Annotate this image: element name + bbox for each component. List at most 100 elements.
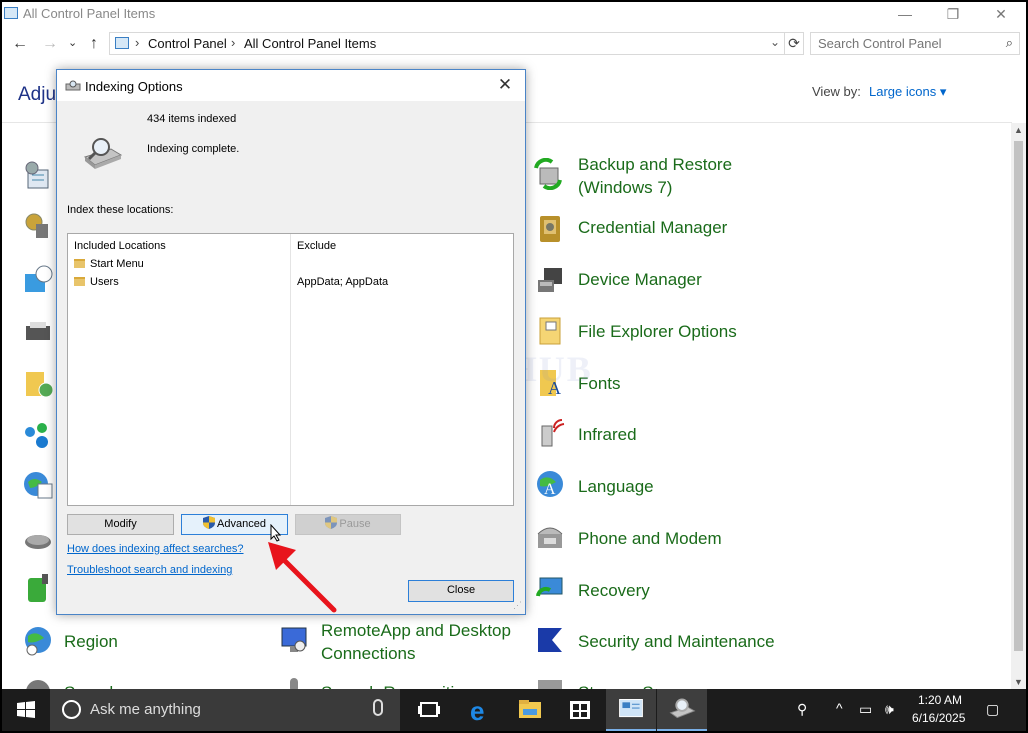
clock-date[interactable]: 6/16/2025 (912, 711, 965, 725)
item-file-explorer-options[interactable]: File Explorer Options (578, 320, 737, 343)
language-icon[interactable]: A (534, 468, 566, 500)
item-phone-modem[interactable]: Phone and Modem (578, 527, 722, 550)
control-panel-taskbar-icon[interactable] (606, 689, 656, 731)
edge-browser-icon[interactable]: e (455, 689, 505, 731)
people-icon[interactable]: ⚲ (797, 701, 807, 718)
item-remoteapp[interactable]: RemoteApp and Desktop (321, 619, 511, 642)
credential-manager-icon[interactable] (534, 212, 566, 244)
breadcrumb-control-panel[interactable]: Control Panel (148, 36, 227, 51)
storage-spaces-icon[interactable] (534, 676, 566, 689)
search-box[interactable]: ⌕ (810, 32, 1020, 55)
power-options-icon[interactable] (22, 572, 54, 604)
file-history-icon[interactable] (22, 368, 54, 400)
microphone-icon[interactable] (373, 699, 383, 716)
phone-modem-icon[interactable] (534, 520, 566, 552)
date-time-icon[interactable] (22, 264, 54, 296)
uac-shield-icon (203, 516, 216, 529)
region-icon[interactable] (22, 624, 54, 656)
indexing-options-taskbar-icon[interactable] (657, 689, 707, 731)
item-speech-recognition[interactable]: Speech Recognition (321, 681, 473, 689)
close-button[interactable]: ✕ (978, 2, 1024, 27)
item-device-manager[interactable]: Device Manager (578, 268, 702, 291)
vertical-scrollbar[interactable]: ▲ ▼ (1011, 123, 1026, 689)
chevron-down-icon[interactable]: ⌄ (770, 35, 780, 49)
recent-locations-icon[interactable]: ⌄ (68, 36, 77, 49)
item-credential-manager[interactable]: Credential Manager (578, 216, 727, 239)
recovery-icon[interactable] (534, 572, 566, 604)
scroll-up-icon[interactable]: ▲ (1014, 125, 1023, 135)
list-item[interactable]: Users (90, 276, 119, 288)
item-region[interactable]: Region (64, 630, 118, 653)
scrollbar-thumb[interactable] (1014, 141, 1023, 651)
mouse-icon[interactable] (22, 524, 54, 556)
maximize-button[interactable]: ❐ (930, 2, 976, 27)
up-arrow-icon[interactable]: ↑ (90, 35, 98, 53)
refresh-button[interactable]: ⟳ (784, 32, 804, 55)
view-by-dropdown[interactable]: Large icons ▾ (869, 84, 946, 100)
homegroup-icon[interactable] (22, 418, 54, 450)
item-security-maintenance[interactable]: Security and Maintenance (578, 630, 775, 653)
item-storage-spaces[interactable]: Storage Spaces (578, 681, 699, 689)
file-explorer-options-icon[interactable] (534, 314, 566, 346)
action-center-icon[interactable]: ▢ (986, 701, 999, 718)
network-icon[interactable]: ▭ (859, 701, 872, 718)
cortana-icon (62, 700, 81, 719)
locations-list[interactable]: Included Locations Exclude Start Menu Us… (67, 233, 514, 506)
folder-icon (74, 259, 85, 268)
column-header-exclude[interactable]: Exclude (297, 240, 336, 252)
search-input[interactable] (818, 36, 988, 51)
windows-start-icon[interactable] (2, 689, 50, 731)
item-remoteapp-sub[interactable]: Connections (321, 642, 416, 665)
file-explorer-icon[interactable] (505, 689, 555, 731)
internet-options-icon[interactable] (22, 470, 54, 502)
pause-button[interactable]: Pause (295, 514, 401, 535)
breadcrumb-separator-icon: › (231, 35, 236, 50)
dialog-titlebar: Indexing Options ✕ (57, 70, 525, 101)
item-backup-restore-sub[interactable]: (Windows 7) (578, 176, 672, 199)
show-hidden-icons-chevron-icon[interactable]: ^ (836, 700, 843, 716)
scroll-down-icon[interactable]: ▼ (1014, 677, 1023, 687)
indexing-options-icon (65, 80, 81, 91)
item-sound[interactable]: Sound (64, 681, 113, 689)
devices-printers-icon[interactable] (22, 316, 54, 348)
column-header-included[interactable]: Included Locations (74, 240, 166, 252)
store-icon[interactable] (555, 689, 605, 731)
pause-button-label: Pause (339, 518, 371, 530)
sound-icon[interactable] (22, 676, 54, 689)
item-language[interactable]: Language (578, 475, 654, 498)
item-recovery[interactable]: Recovery (578, 579, 650, 602)
view-by-label: View by: (812, 84, 861, 99)
device-manager-icon[interactable] (534, 264, 566, 296)
back-arrow-icon[interactable]: ← (12, 35, 28, 53)
address-bar[interactable]: › Control Panel › All Control Panel Item… (109, 32, 785, 55)
security-maintenance-icon[interactable] (534, 624, 566, 656)
item-backup-restore[interactable]: Backup and Restore (578, 153, 732, 176)
remoteapp-icon[interactable] (278, 624, 310, 656)
infrared-icon[interactable] (534, 416, 566, 448)
backup-restore-icon[interactable] (532, 158, 564, 190)
volume-icon[interactable]: 🕪 (885, 701, 894, 718)
cortana-search-box[interactable]: Ask me anything (50, 689, 400, 731)
administrative-tools-icon[interactable] (22, 160, 54, 192)
uac-shield-icon (325, 516, 338, 529)
list-item-exclude: AppData; AppData (297, 276, 389, 288)
svg-text:e: e (470, 696, 484, 726)
forward-arrow-icon[interactable]: → (42, 35, 58, 53)
clock-time[interactable]: 1:20 AM (918, 693, 962, 707)
search-icon[interactable]: ⌕ (1006, 35, 1013, 51)
task-view-icon[interactable] (404, 689, 454, 731)
resize-grip-icon[interactable]: ⋰ (513, 600, 522, 611)
column-separator (290, 234, 291, 505)
minimize-button[interactable]: — (882, 2, 928, 27)
close-dialog-button[interactable]: Close (408, 580, 514, 602)
list-item[interactable]: Start Menu (90, 258, 144, 270)
modify-button[interactable]: Modify (67, 514, 174, 535)
speech-recognition-icon[interactable] (278, 676, 310, 689)
item-infrared[interactable]: Infrared (578, 423, 637, 446)
cortana-search-text: Ask me anything (90, 701, 201, 718)
how-indexing-link[interactable]: How does indexing affect searches? (67, 543, 244, 555)
bitlocker-icon[interactable] (22, 210, 54, 242)
breadcrumb-all-items[interactable]: All Control Panel Items (244, 36, 376, 51)
dialog-close-icon[interactable]: ✕ (491, 73, 519, 97)
troubleshoot-link[interactable]: Troubleshoot search and indexing (67, 564, 232, 576)
